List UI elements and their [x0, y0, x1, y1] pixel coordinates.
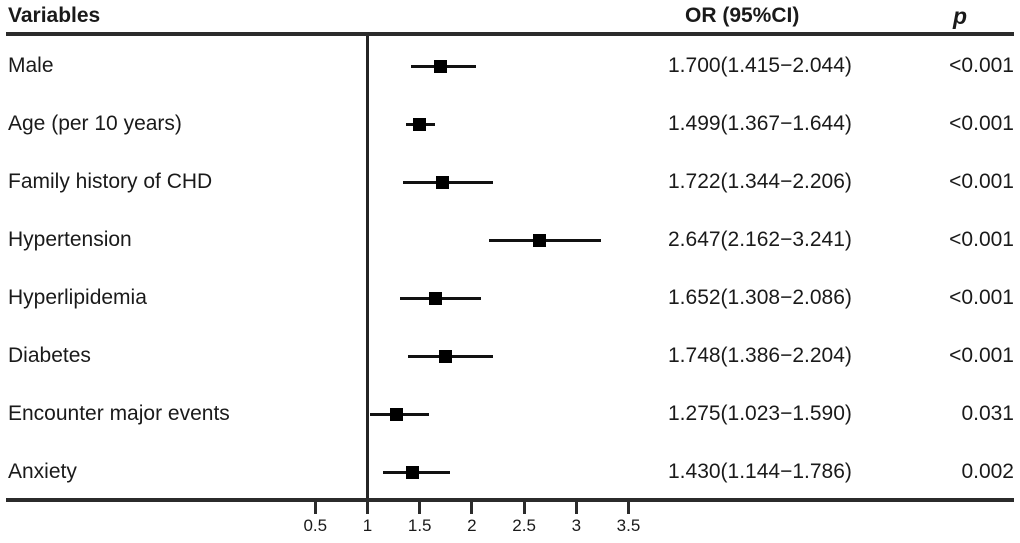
- point-estimate-marker: [532, 233, 546, 247]
- or-ci-value: 2.647(2.162−3.241): [668, 228, 852, 251]
- or-ci-value: 1.430(1.144−1.786): [668, 460, 852, 483]
- or-ci-value: 1.700(1.415−2.044): [668, 54, 852, 77]
- reference-line: [366, 36, 369, 498]
- axis-tick-label: 2: [467, 516, 477, 535]
- point-estimate-marker: [413, 117, 427, 131]
- or-ci-value: 1.275(1.023−1.590): [668, 402, 852, 425]
- axis-tick-label: 2.5: [512, 516, 536, 535]
- axis-tick-label: 0.5: [303, 516, 328, 535]
- p-value: 0.002: [961, 460, 1014, 483]
- axis-tick: [313, 501, 317, 514]
- column-header-variables: Variables: [8, 4, 101, 27]
- point-estimate-marker: [405, 465, 419, 479]
- forest-plot-figure: Variables OR (95%CI) p 0.5 1 1.5 2 2.5 3 3.5 M…: [0, 0, 1020, 543]
- axis-tick-label: 1.5: [407, 516, 432, 535]
- p-value: <0.001: [949, 54, 1014, 77]
- axis-tick-label: 3.5: [616, 516, 641, 535]
- variable-label: Diabetes: [8, 344, 91, 367]
- axis-tick: [574, 501, 578, 514]
- variable-label: Age (per 10 years): [8, 112, 182, 135]
- p-value: <0.001: [949, 228, 1014, 251]
- or-ci-value: 1.499(1.367−1.644): [668, 112, 852, 135]
- point-estimate-marker: [434, 59, 448, 73]
- p-value: <0.001: [949, 170, 1014, 193]
- or-ci-value: 1.748(1.386−2.204): [668, 344, 852, 367]
- point-estimate-marker: [439, 349, 453, 363]
- point-estimate-marker: [436, 175, 450, 189]
- p-value: <0.001: [949, 286, 1014, 309]
- axis-tick-label: 3: [571, 516, 582, 535]
- axis-tick: [522, 501, 526, 514]
- variable-label: Male: [8, 54, 54, 77]
- variable-label: Encounter major events: [8, 402, 230, 425]
- axis-tick: [470, 501, 474, 514]
- p-value: <0.001: [949, 112, 1014, 135]
- x-axis: 0.5 1 1.5 2 2.5 3 3.5: [0, 500, 1020, 543]
- column-header-p: p: [953, 3, 968, 29]
- variable-label: Anxiety: [8, 460, 77, 483]
- p-value: <0.001: [949, 344, 1014, 367]
- axis-tick-label: 1: [362, 516, 373, 535]
- variable-label: Hyperlipidemia: [8, 286, 147, 309]
- axis-tick: [627, 501, 630, 514]
- variable-label: Family history of CHD: [8, 170, 213, 193]
- plot-area: [0, 36, 1020, 498]
- point-estimate-marker: [429, 291, 443, 305]
- axis-tick: [366, 501, 369, 514]
- or-ci-value: 1.722(1.344−2.206): [668, 170, 852, 193]
- or-ci-value: 1.652(1.308−2.086): [668, 286, 852, 309]
- p-value: 0.031: [961, 402, 1014, 425]
- point-estimate-marker: [389, 407, 403, 421]
- column-header-or: OR (95%CI): [685, 4, 800, 27]
- variable-label: Hypertension: [8, 228, 132, 251]
- axis-tick: [418, 501, 422, 514]
